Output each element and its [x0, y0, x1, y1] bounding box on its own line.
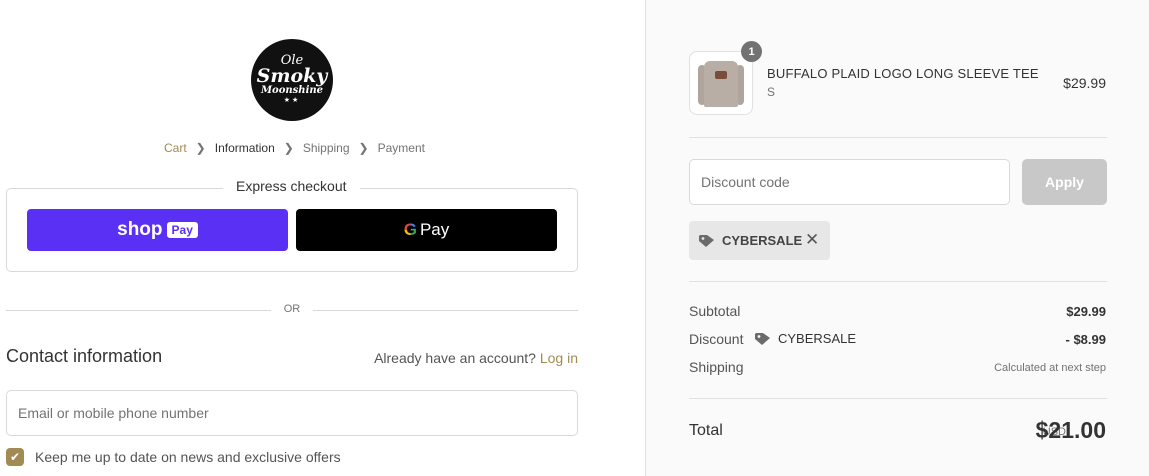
remove-discount-icon[interactable]: ✕: [805, 231, 819, 249]
chevron-right-icon: ❯: [358, 141, 369, 155]
total-label: Total: [689, 422, 723, 439]
divider-line: [6, 310, 271, 311]
product-variant: S: [767, 85, 776, 99]
shirt-image: [704, 61, 738, 107]
or-divider: OR: [6, 301, 578, 319]
google-g-icon: G: [403, 220, 417, 239]
tag-icon: [699, 234, 714, 247]
breadcrumb-cart[interactable]: Cart: [164, 141, 187, 155]
product-name: BUFFALO PLAID LOGO LONG SLEEVE TEE: [767, 66, 1039, 81]
shipping-value: Calculated at next step: [994, 362, 1106, 374]
subtotal-label: Subtotal: [689, 303, 741, 319]
total-value: $21.00: [1035, 417, 1106, 443]
shop-pay-button[interactable]: shop Pay: [27, 209, 288, 251]
subtotal-value: $29.99: [1066, 304, 1106, 319]
discount-tag-label: CYBERSALE: [722, 233, 803, 248]
breadcrumb: Cart ❯ Information ❯ Shipping ❯ Payment: [164, 140, 425, 156]
shop-pay-wordmark: shop: [117, 219, 163, 240]
newsletter-option[interactable]: ✔ Keep me up to date on news and exclusi…: [6, 448, 341, 466]
breadcrumb-payment: Payment: [377, 141, 425, 155]
quantity-badge: 1: [741, 41, 762, 62]
chevron-right-icon: ❯: [283, 141, 294, 155]
contact-information-heading: Contact information: [6, 346, 163, 366]
google-pay-label: Pay: [419, 220, 450, 239]
shirt-print: [715, 71, 727, 79]
product-thumbnail: [689, 51, 753, 115]
divider: [689, 281, 1107, 282]
product-price: $29.99: [1063, 75, 1106, 91]
logo-text: Moonshine: [260, 85, 323, 96]
breadcrumb-shipping: Shipping: [302, 141, 350, 155]
newsletter-label: Keep me up to date on news and exclusive…: [35, 449, 341, 465]
logo-text: Smoky: [256, 65, 328, 87]
discount-code-input[interactable]: [689, 159, 1010, 205]
discount-code-text: CYBERSALE: [778, 331, 857, 346]
discount-value: - $8.99: [1065, 332, 1106, 347]
divider: [689, 398, 1107, 399]
discount-code-summary: CYBERSALE: [754, 331, 856, 346]
account-prompt-text: Already have an account?: [374, 350, 536, 366]
logo-stars: ★★: [283, 97, 301, 104]
breadcrumb-information: Information: [214, 141, 275, 155]
google-pay-button[interactable]: G Pay: [296, 209, 557, 251]
email-field[interactable]: [6, 390, 578, 436]
apply-discount-button[interactable]: Apply: [1022, 159, 1107, 205]
discount-label: Discount: [689, 331, 744, 347]
store-logo[interactable]: Ole Smoky Moonshine ★★: [251, 39, 333, 121]
checkout-main: Ole Smoky Moonshine ★★ Cart ❯ Informatio…: [0, 0, 645, 476]
chevron-right-icon: ❯: [195, 141, 206, 155]
login-link[interactable]: Log in: [540, 350, 578, 366]
newsletter-checkbox[interactable]: ✔: [6, 448, 24, 466]
divider: [689, 137, 1107, 138]
applied-discount-tag: CYBERSALE ✕: [689, 221, 830, 260]
express-checkout-title: Express checkout: [223, 177, 360, 195]
tag-icon: [755, 332, 770, 345]
or-label: OR: [283, 303, 301, 315]
account-prompt: Already have an account? Log in: [374, 350, 578, 366]
divider-line: [313, 310, 578, 311]
order-summary: 1 BUFFALO PLAID LOGO LONG SLEEVE TEE S $…: [645, 0, 1149, 476]
shop-pay-badge: Pay: [166, 222, 198, 238]
shipping-label: Shipping: [689, 359, 744, 375]
